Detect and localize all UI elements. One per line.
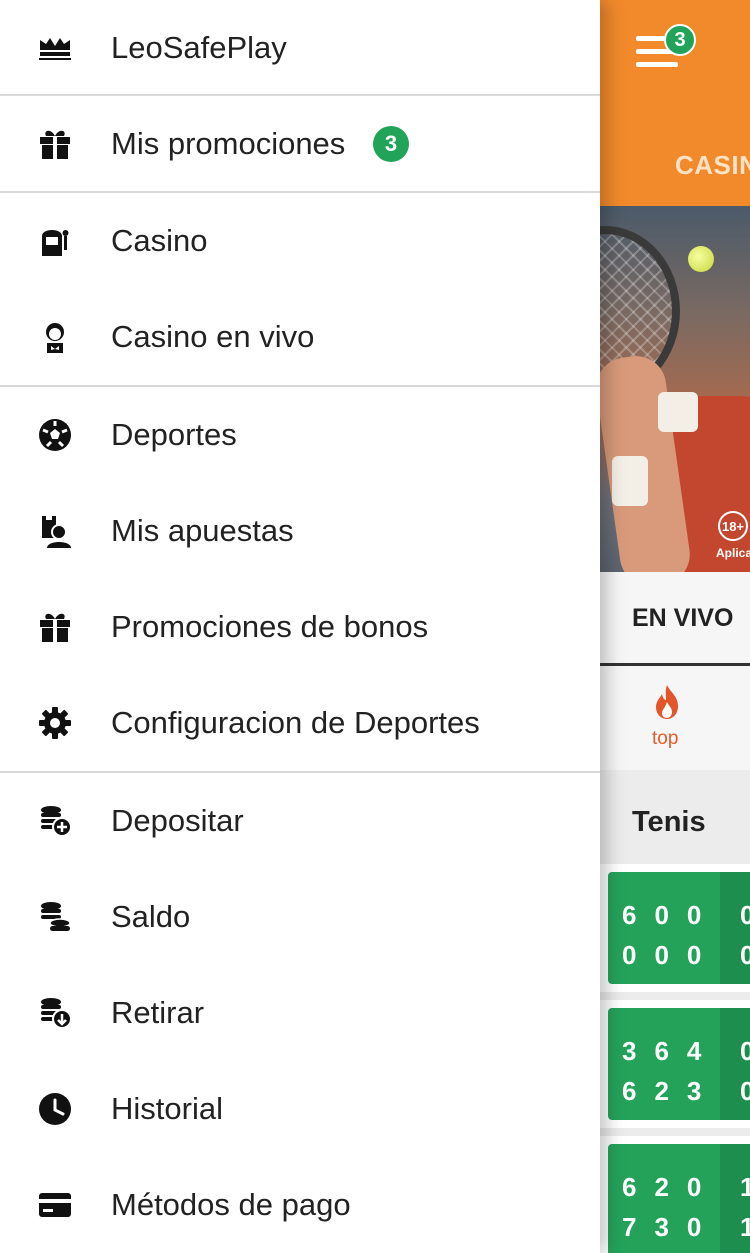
menu-item-leosafeplay[interactable]: LeoSafePlay [0, 0, 600, 96]
match-card[interactable]: 620 730 1 1 [600, 1136, 750, 1253]
soccer-ball-icon [36, 416, 74, 454]
menu-item-label: Historial [111, 1091, 223, 1126]
menu-item-label: Depositar [111, 803, 244, 838]
menu-item-mis-promociones[interactable]: Mis promociones 3 [0, 96, 600, 192]
clock-icon [36, 1090, 74, 1128]
player2-score: 623 [622, 1076, 720, 1106]
player2-points: 1 [740, 1212, 750, 1242]
player1-score: 600 [622, 900, 720, 930]
player1-points: 0 [740, 900, 750, 930]
category-top-label[interactable]: top [652, 728, 678, 750]
menu-item-label: Mis promociones [111, 126, 346, 161]
menu-notification-badge: 3 [664, 24, 696, 56]
menu-item-label: LeoSafePlay [111, 30, 287, 65]
promo-banner[interactable]: 18+ Aplica [600, 206, 750, 572]
score-board: 620 730 1 1 [608, 1144, 750, 1253]
menu-item-label: Casino [111, 223, 208, 258]
menu-item-label: Métodos de pago [111, 1187, 351, 1222]
menu-item-label: Saldo [111, 899, 191, 934]
sports-tabs: EN VIVO [600, 572, 750, 666]
menu-item-label: Retirar [111, 995, 205, 1030]
player1-score: 620 [622, 1172, 720, 1202]
my-bets-icon [36, 512, 74, 550]
credit-card-icon [36, 1186, 74, 1224]
menu-item-label: Mis apuestas [111, 513, 294, 548]
menu-item-retirar[interactable]: Retirar [0, 965, 600, 1061]
match-card[interactable]: 600 000 0 0 [600, 864, 750, 992]
gift-icon [36, 608, 74, 646]
menu-item-saldo[interactable]: Saldo [0, 869, 600, 965]
player1-score: 364 [622, 1036, 720, 1066]
player2-score: 000 [622, 940, 720, 970]
tennis-ball-image [688, 246, 714, 272]
menu-item-historial[interactable]: Historial [0, 1061, 600, 1157]
coins-download-icon [36, 994, 74, 1032]
tab-casino[interactable]: CASIN [675, 150, 750, 181]
gear-icon [36, 704, 74, 742]
dealer-icon [36, 318, 74, 356]
menu-item-label: Casino en vivo [111, 319, 315, 354]
banner-terms-note: Aplica [716, 546, 750, 560]
menu-item-casino[interactable]: Casino [0, 193, 600, 289]
menu-item-mis-apuestas[interactable]: Mis apuestas [0, 483, 600, 579]
match-card[interactable]: 364 623 0 0 [600, 1000, 750, 1128]
menu-item-label: Promociones de bonos [111, 609, 429, 644]
category-row: top [600, 666, 750, 770]
player1-points: 1 [740, 1172, 750, 1202]
sport-section-title: Tenis [632, 806, 706, 838]
safe-play-icon [36, 29, 74, 67]
player2-points: 0 [740, 940, 750, 970]
menu-item-metodos-de-pago[interactable]: Métodos de pago [0, 1157, 600, 1253]
tab-en-vivo[interactable]: EN VIVO [632, 604, 733, 633]
menu-item-configuracion-de-deportes[interactable]: Configuracion de Deportes [0, 675, 600, 771]
score-board: 600 000 0 0 [608, 872, 750, 984]
player2-points: 0 [740, 1076, 750, 1106]
slot-machine-icon [36, 222, 74, 260]
player2-score: 730 [622, 1212, 720, 1242]
flame-icon[interactable] [652, 684, 682, 720]
menu-item-deportes[interactable]: Deportes [0, 387, 600, 483]
player1-points: 0 [740, 1036, 750, 1066]
menu-item-label: Configuracion de Deportes [111, 705, 480, 740]
menu-item-label: Deportes [111, 417, 237, 452]
coins-stack-icon [36, 898, 74, 936]
age-restriction-badge: 18+ [718, 511, 748, 541]
menu-item-depositar[interactable]: Depositar [0, 773, 600, 869]
coins-plus-icon [36, 802, 74, 840]
menu-item-promociones-de-bonos[interactable]: Promociones de bonos [0, 579, 600, 675]
navigation-drawer: LeoSafePlay Mis promociones 3 Casino Cas… [0, 0, 600, 1253]
menu-item-casino-en-vivo[interactable]: Casino en vivo [0, 289, 600, 385]
promotions-count-badge: 3 [373, 126, 409, 162]
gift-icon [36, 125, 74, 163]
score-board: 364 623 0 0 [608, 1008, 750, 1120]
